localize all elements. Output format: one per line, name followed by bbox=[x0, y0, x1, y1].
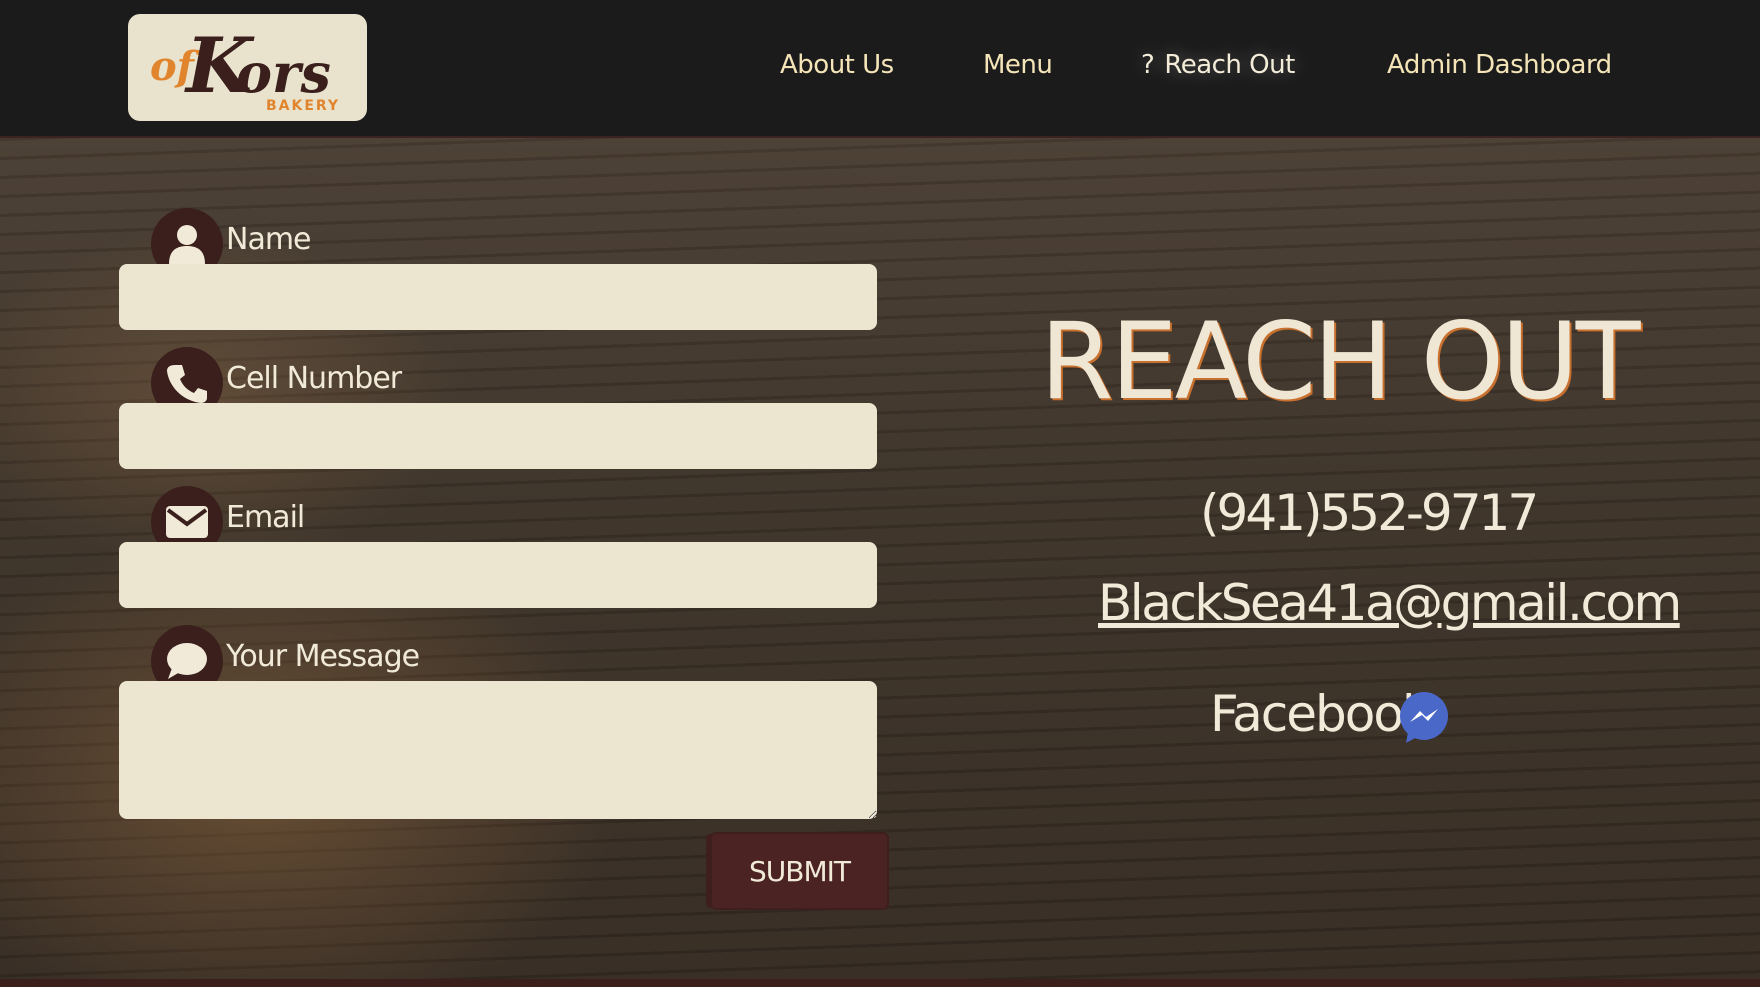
submit-button[interactable]: SUBMIT bbox=[712, 834, 887, 908]
phone-number: (941)552-9717 bbox=[1200, 484, 1539, 542]
nav-menu: About Us Menu ? Reach Out Admin Dashboard bbox=[0, 0, 1760, 136]
cell-number-label: Cell Number bbox=[226, 361, 402, 396]
nav-link-reach-out-label: Reach Out bbox=[1164, 50, 1295, 80]
email-input[interactable] bbox=[119, 542, 877, 608]
message-textarea[interactable] bbox=[119, 681, 877, 819]
name-label: Name bbox=[226, 222, 312, 257]
name-input[interactable] bbox=[119, 264, 877, 330]
question-icon: ? bbox=[1141, 50, 1155, 80]
page-heading: REACH OUT bbox=[1040, 300, 1640, 423]
facebook-link[interactable]: Facebook bbox=[1210, 685, 1431, 743]
your-message-label: Your Message bbox=[226, 639, 420, 674]
nav-link-admin-dashboard[interactable]: Admin Dashboard bbox=[1387, 50, 1612, 80]
nav-link-menu[interactable]: Menu bbox=[983, 50, 1053, 80]
email-label: Email bbox=[226, 500, 305, 535]
messenger-icon[interactable] bbox=[1398, 692, 1450, 744]
nav-link-reach-out[interactable]: ? Reach Out bbox=[1141, 50, 1295, 80]
footer-divider bbox=[0, 979, 1760, 987]
email-link[interactable]: BlackSea41a@gmail.com bbox=[1098, 574, 1682, 632]
cell-number-input[interactable] bbox=[119, 403, 877, 469]
nav-link-about-us[interactable]: About Us bbox=[780, 50, 894, 80]
